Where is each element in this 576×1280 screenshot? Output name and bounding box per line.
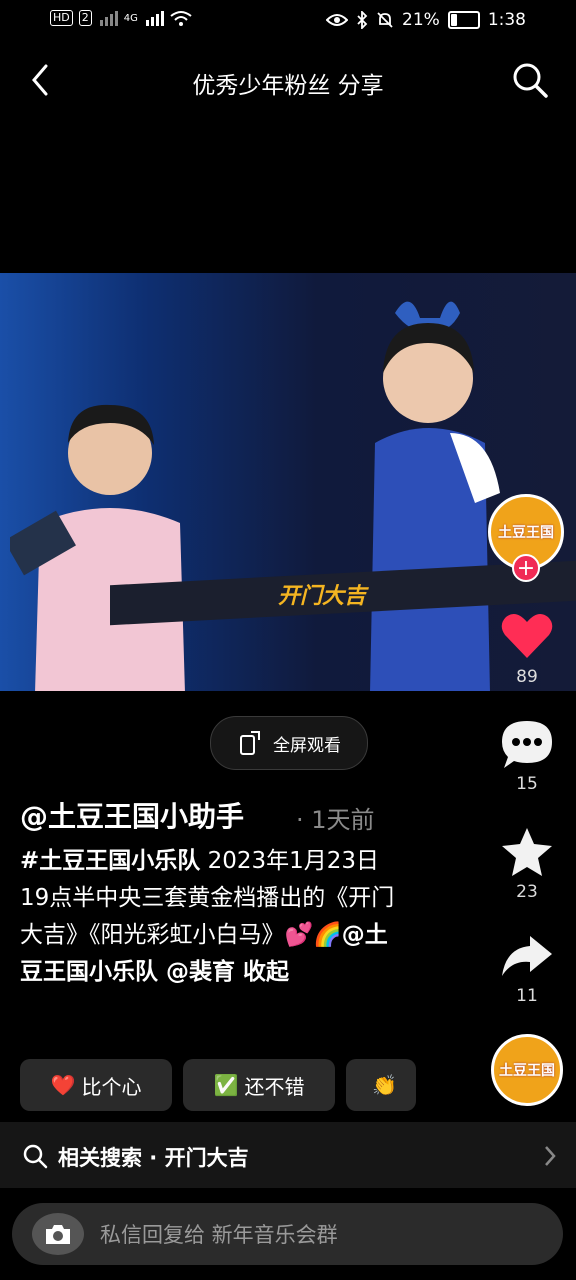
collapse-button[interactable]: 收起 <box>235 959 289 985</box>
post-time: · 1天前 <box>296 806 375 834</box>
music-disc[interactable]: 土豆王国 <box>491 1034 563 1106</box>
page-title: 优秀少年粉丝 分享 <box>192 73 384 99</box>
author-name[interactable]: @土豆王国小助手 <box>20 795 244 835</box>
chevron-right-icon <box>545 1146 556 1166</box>
search-button[interactable] <box>510 60 550 100</box>
rotate-phone-icon <box>240 731 260 755</box>
boy-figure <box>10 404 185 691</box>
comment-count: 15 <box>516 774 538 794</box>
favorite-count: 23 <box>516 882 538 902</box>
fullscreen-label: 全屏观看 <box>273 735 341 756</box>
reaction-label: 还不错 <box>244 1074 305 1099</box>
battery-icon <box>447 11 480 29</box>
battery-percent: 21% <box>402 10 440 30</box>
like-count: 89 <box>516 667 538 687</box>
reaction-chip-clap[interactable]: 👏 <box>346 1059 416 1111</box>
video-player[interactable]: 开门大吉 <box>0 273 576 691</box>
clap-emoji-icon: 👏 <box>372 1073 397 1097</box>
top-nav: 优秀少年粉丝 分享 <box>0 48 576 114</box>
star-icon[interactable] <box>500 826 554 878</box>
message-input[interactable] <box>98 1203 542 1267</box>
fullscreen-button[interactable]: 全屏观看 <box>210 716 368 770</box>
post-caption: #土豆王国小乐队 2023年1月23日19点半中央三套黄金档播出的《开门大吉》《… <box>20 843 408 991</box>
signal-4g-icon <box>145 11 164 26</box>
sim-badge: 2 <box>78 10 92 26</box>
search-icon <box>513 63 548 98</box>
clock: 1:38 <box>487 10 526 30</box>
eye-icon <box>326 14 349 26</box>
reaction-chip-heart[interactable]: ❤️ 比个心 <box>20 1059 172 1111</box>
heart-emoji-icon: ❤️ <box>50 1073 76 1097</box>
reaction-chip-check[interactable]: ✅ 还不错 <box>183 1059 335 1111</box>
disc-text: 土豆王国 <box>499 1063 555 1079</box>
hd-badge: HD <box>50 10 73 26</box>
signal-icon <box>99 11 118 26</box>
bluetooth-icon <box>357 11 368 29</box>
girl-figure <box>370 301 500 691</box>
check-emoji-icon: ✅ <box>213 1073 239 1097</box>
follow-button[interactable]: + <box>512 554 540 582</box>
camera-icon <box>46 1225 70 1244</box>
message-bar <box>12 1203 563 1267</box>
search-icon <box>23 1144 48 1169</box>
wifi-icon <box>170 11 192 26</box>
hashtag-link[interactable]: #土豆王国小乐队 <box>20 848 200 874</box>
share-count: 11 <box>516 986 538 1006</box>
share-icon[interactable] <box>500 934 554 980</box>
signal-label: 4G <box>123 12 138 24</box>
reaction-label: 比个心 <box>81 1074 142 1099</box>
related-search-bar[interactable]: 相关搜索 · 开门大吉 <box>0 1122 576 1188</box>
camera-button[interactable] <box>32 1213 84 1255</box>
status-bar: HD 2 4G 21% 1:38 <box>0 0 576 42</box>
heart-icon[interactable] <box>500 610 554 660</box>
avatar-text: 土豆王国 <box>498 525 554 541</box>
comment-icon[interactable] <box>500 718 554 770</box>
stage-logo: 开门大吉 <box>278 584 367 609</box>
related-search-label: 相关搜索 · 开门大吉 <box>58 1146 249 1170</box>
mute-bell-icon <box>377 12 393 28</box>
